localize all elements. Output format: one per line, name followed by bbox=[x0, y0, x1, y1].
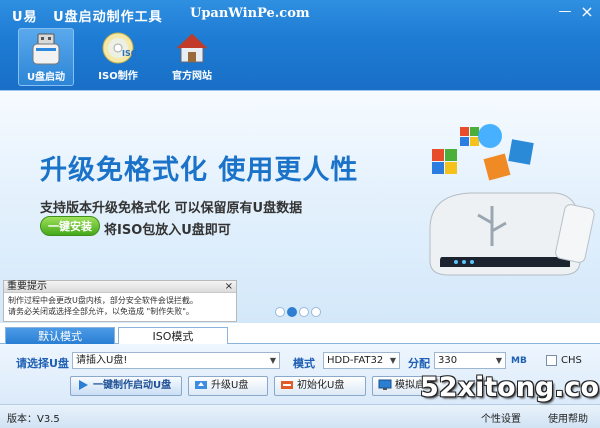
notice-title: 重要提示 bbox=[7, 281, 47, 292]
upgrade-usb-label: 升级U盘 bbox=[211, 380, 249, 391]
notice-header: 重要提示 × bbox=[4, 281, 236, 293]
watermark: 52xitong.com bbox=[420, 372, 600, 403]
nav-usb-boot[interactable]: U盘启动 bbox=[18, 28, 74, 86]
make-boot-usb-label: 一键制作启动U盘 bbox=[93, 380, 172, 391]
tab-iso-mode[interactable]: ISO模式 bbox=[118, 327, 228, 344]
make-boot-usb-button[interactable]: 一键制作启动U盘 bbox=[70, 376, 182, 396]
slide-dot[interactable] bbox=[311, 307, 321, 317]
notice-box: 重要提示 × 制作过程中会更改U盘内核，部分安全软件会误拦截。 请务必关闭或选择… bbox=[3, 280, 237, 322]
banner-headline: 升级免格式化 使用更人性 bbox=[40, 155, 359, 186]
help-link[interactable]: 使用帮助 bbox=[548, 410, 588, 425]
notice-close-button[interactable]: × bbox=[225, 281, 233, 293]
slide-indicator bbox=[275, 307, 323, 320]
select-usb-label: 请选择U盘 bbox=[16, 357, 69, 370]
app-url: UpanWinPe.com bbox=[190, 6, 310, 21]
mode-select[interactable]: HDD-FAT32 ▼ bbox=[323, 352, 400, 369]
nav-iso-make[interactable]: ISO ISO制作 bbox=[90, 28, 146, 86]
install-button[interactable]: 一键安装 bbox=[40, 216, 100, 236]
office-icon bbox=[483, 153, 511, 181]
home-icon bbox=[175, 33, 209, 63]
monitor-icon bbox=[378, 379, 392, 390]
windows-logo-icon bbox=[432, 149, 457, 174]
mode-label: 模式 bbox=[293, 357, 315, 370]
app-name: U盘启动制作工具 bbox=[53, 10, 163, 25]
chs-checkbox[interactable] bbox=[546, 355, 557, 366]
nav-label: 官方网站 bbox=[172, 71, 212, 82]
alloc-select[interactable]: 330 ▼ bbox=[434, 352, 506, 369]
mode-select-value: HDD-FAT32 bbox=[327, 355, 384, 366]
init-usb-button[interactable]: 初始化U盘 bbox=[274, 376, 366, 396]
usb-drive-icon bbox=[32, 33, 60, 65]
mode-tabs: 默认模式 ISO模式 bbox=[0, 326, 600, 344]
windows-orb-icon bbox=[478, 124, 502, 148]
upgrade-usb-button[interactable]: 升级U盘 bbox=[188, 376, 268, 396]
app-title: U易 U盘启动制作工具 bbox=[12, 6, 173, 25]
minimize-button[interactable]: — bbox=[556, 4, 574, 20]
slide-dot[interactable] bbox=[299, 307, 309, 317]
settings-link[interactable]: 个性设置 bbox=[481, 410, 521, 425]
banner-subtitle-2: 将ISO包放入U盘即可 bbox=[104, 223, 231, 238]
version-label: 版本：V3.5 bbox=[7, 414, 60, 425]
banner-subtitle: 支持版本升级免格式化 可以保留原有U盘数据 bbox=[40, 201, 303, 216]
unit-label: MB bbox=[511, 356, 527, 366]
usb-device-illustration bbox=[429, 124, 595, 276]
usb-select[interactable]: 请插入U盘! ▼ bbox=[72, 352, 280, 369]
alloc-label: 分配 bbox=[408, 357, 430, 370]
init-usb-label: 初始化U盘 bbox=[297, 380, 345, 391]
nav-official-site[interactable]: 官方网站 bbox=[164, 28, 220, 86]
alloc-select-value: 330 bbox=[438, 355, 458, 366]
svg-text:ISO: ISO bbox=[122, 49, 136, 58]
nav-label: ISO制作 bbox=[98, 71, 138, 82]
status-bar: 版本：V3.5 个性设置 使用帮助 bbox=[0, 404, 600, 428]
format-icon bbox=[281, 381, 293, 389]
tab-default-mode[interactable]: 默认模式 bbox=[5, 327, 115, 344]
play-icon bbox=[79, 380, 88, 390]
chevron-down-icon: ▼ bbox=[269, 356, 276, 365]
notice-line: 请务必关闭或选择全部允许，以免造成 "制作失败"。 bbox=[8, 307, 194, 316]
upgrade-icon bbox=[195, 381, 207, 389]
tile-icon bbox=[508, 139, 534, 165]
close-button[interactable]: × bbox=[578, 4, 596, 20]
chevron-down-icon: ▼ bbox=[389, 356, 396, 365]
usb-select-value: 请插入U盘! bbox=[76, 355, 128, 366]
chevron-down-icon: ▼ bbox=[495, 356, 502, 365]
notice-line: 制作过程中会更改U盘内核，部分安全软件会误拦截。 bbox=[8, 296, 198, 305]
disc-icon: ISO bbox=[102, 32, 136, 64]
nav-label: U盘启动 bbox=[26, 72, 66, 83]
chs-label: CHS bbox=[561, 355, 582, 366]
notice-body: 制作过程中会更改U盘内核，部分安全软件会误拦截。 请务必关闭或选择全部允许，以免… bbox=[4, 293, 236, 319]
windows-logo-icon bbox=[460, 127, 479, 146]
brand-label: U易 bbox=[12, 10, 38, 25]
title-bar: U易 U盘启动制作工具 UpanWinPe.com — × U盘启动 ISO I… bbox=[0, 0, 600, 90]
slide-dot[interactable] bbox=[287, 307, 297, 317]
slide-dot[interactable] bbox=[275, 307, 285, 317]
